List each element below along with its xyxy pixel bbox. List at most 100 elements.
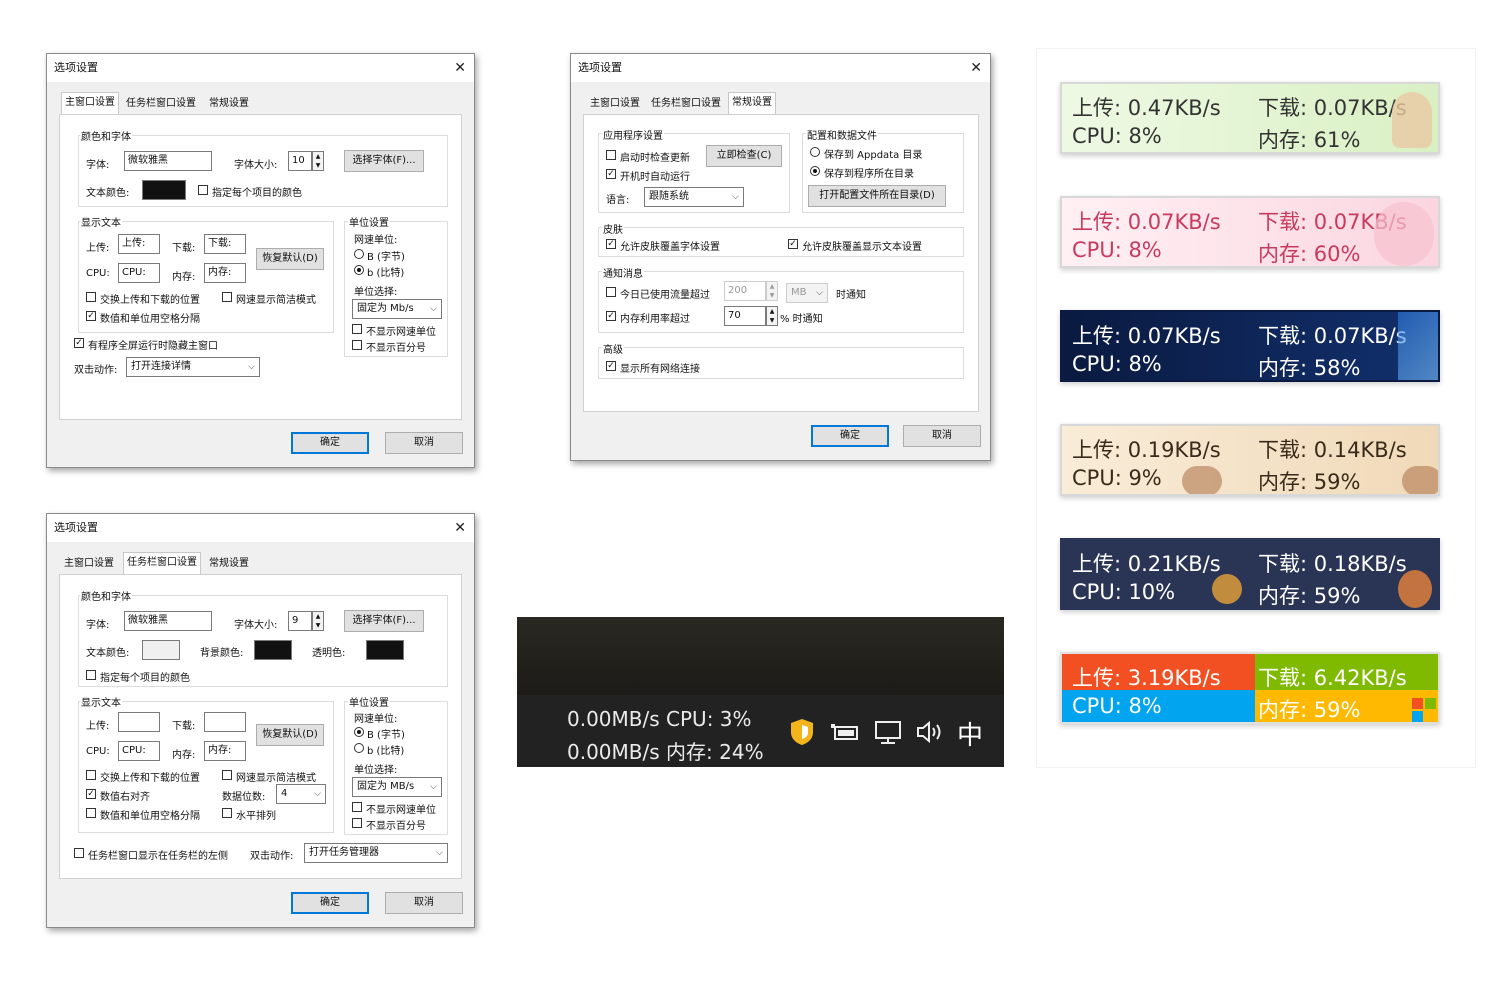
speed-simple-checkbox[interactable] bbox=[222, 770, 232, 780]
tab-general[interactable]: 常规设置 bbox=[206, 94, 252, 114]
traffic-notify-checkbox[interactable] bbox=[606, 287, 616, 297]
restore-default-button[interactable]: 恢复默认(D) bbox=[256, 724, 324, 746]
open-config-dir-button[interactable]: 打开配置文件所在目录(D) bbox=[808, 185, 946, 207]
space-separator-checkbox[interactable] bbox=[86, 808, 96, 818]
ok-button[interactable]: 确定 bbox=[291, 432, 369, 454]
font-name-field[interactable]: 微软雅黑 bbox=[124, 611, 212, 631]
swap-position-checkbox[interactable] bbox=[86, 770, 96, 780]
upload-text-field[interactable]: 上传: bbox=[118, 234, 160, 254]
cpu-text-field[interactable]: CPU: bbox=[118, 741, 160, 761]
ok-button[interactable]: 确定 bbox=[291, 892, 369, 914]
text-color-swatch[interactable] bbox=[142, 180, 186, 200]
speed-unit-label: 网速单位: bbox=[354, 714, 398, 725]
mem-text-field[interactable]: 内存: bbox=[204, 263, 246, 283]
unit-select[interactable]: 固定为 MB/s ⌵ bbox=[352, 777, 442, 797]
space-separator-checkbox[interactable]: ✓ bbox=[86, 311, 96, 321]
hide-unit-checkbox[interactable] bbox=[352, 802, 362, 812]
opacity-color-label: 透明色: bbox=[312, 648, 346, 659]
volume-icon[interactable] bbox=[915, 719, 947, 745]
close-icon[interactable]: ✕ bbox=[454, 54, 466, 82]
skin-preview-1[interactable]: 上传: 0.47KB/s 下载: 0.07KB/s CPU: 8% 内存: 61… bbox=[1060, 82, 1440, 154]
text-color-swatch[interactable] bbox=[142, 640, 180, 660]
battery-icon[interactable] bbox=[829, 721, 861, 743]
show-all-connections-checkbox[interactable]: ✓ bbox=[606, 361, 616, 371]
mem-text-field[interactable]: 内存: bbox=[204, 741, 246, 761]
choose-font-button[interactable]: 选择字体(F)... bbox=[344, 610, 424, 632]
dblclick-select[interactable]: 打开任务管理器 ⌵ bbox=[304, 843, 448, 863]
font-size-field[interactable]: 10 bbox=[288, 151, 312, 171]
skin-upload: 上传: 3.19KB/s bbox=[1072, 666, 1221, 690]
mem-stepper[interactable]: ▲ ▼ bbox=[766, 306, 778, 326]
swap-position-checkbox[interactable] bbox=[86, 292, 96, 302]
download-text-field[interactable]: 下载: bbox=[204, 234, 246, 254]
traffic-unit-select[interactable]: MB ⌵ bbox=[786, 283, 828, 303]
autostart-checkbox[interactable]: ✓ bbox=[606, 169, 616, 179]
skin-preview-5[interactable]: 上传: 0.21KB/s 下载: 0.18KB/s CPU: 10% 内存: 5… bbox=[1060, 538, 1440, 610]
hide-unit-checkbox[interactable] bbox=[352, 324, 362, 334]
digits-select[interactable]: 4 ⌵ bbox=[276, 784, 326, 804]
close-icon[interactable]: ✕ bbox=[454, 514, 466, 542]
per-item-color-checkbox[interactable] bbox=[198, 185, 208, 195]
close-icon[interactable]: ✕ bbox=[970, 54, 982, 82]
save-program-dir-radio[interactable] bbox=[810, 166, 820, 176]
mem-notify-checkbox[interactable]: ✓ bbox=[606, 311, 616, 321]
tab-general[interactable]: 常规设置 bbox=[728, 92, 776, 114]
unit-byte-radio[interactable] bbox=[354, 249, 364, 259]
skin-preview-6[interactable]: 上传: 3.19KB/s 下载: 6.42KB/s CPU: 8% 内存: 59… bbox=[1060, 652, 1440, 724]
opacity-color-swatch[interactable] bbox=[366, 640, 404, 660]
dblclick-select[interactable]: 打开连接详情 ⌵ bbox=[126, 357, 260, 377]
hide-unit-label: 不显示网速单位 bbox=[366, 805, 436, 816]
language-select[interactable]: 跟随系统 ⌵ bbox=[644, 187, 744, 207]
skin-text-checkbox[interactable]: ✓ bbox=[788, 239, 798, 249]
font-size-stepper[interactable]: ▲ ▼ bbox=[312, 611, 324, 631]
hide-percent-checkbox[interactable] bbox=[352, 340, 362, 350]
right-align-checkbox[interactable]: ✓ bbox=[86, 789, 96, 799]
cancel-button[interactable]: 取消 bbox=[385, 892, 463, 914]
chevron-down-icon: ⌵ bbox=[314, 789, 321, 799]
unit-bit-radio[interactable] bbox=[354, 265, 364, 275]
tab-main[interactable]: 主窗口设置 bbox=[587, 94, 643, 114]
speed-simple-checkbox[interactable] bbox=[222, 292, 232, 302]
skin-preview-3[interactable]: 上传: 0.07KB/s 下载: 0.07KB/s CPU: 8% 内存: 58… bbox=[1060, 310, 1440, 382]
unit-bit-radio[interactable] bbox=[354, 743, 364, 753]
mem-value-field[interactable]: 70 bbox=[724, 306, 766, 326]
cpu-text-field[interactable]: CPU: bbox=[118, 263, 160, 283]
hide-fullscreen-checkbox[interactable]: ✓ bbox=[74, 338, 84, 348]
tab-taskbar[interactable]: 任务栏窗口设置 bbox=[123, 94, 199, 114]
tab-main[interactable]: 主窗口设置 bbox=[61, 92, 119, 114]
horizontal-checkbox[interactable] bbox=[222, 808, 232, 818]
skin-preview-4[interactable]: 上传: 0.19KB/s 下载: 0.14KB/s CPU: 9% 内存: 59… bbox=[1060, 424, 1440, 496]
tab-main[interactable]: 主窗口设置 bbox=[61, 554, 117, 574]
bg-color-swatch[interactable] bbox=[254, 640, 292, 660]
unit-select[interactable]: 固定为 Mb/s ⌵ bbox=[352, 299, 442, 319]
traffic-value-field[interactable]: 200 bbox=[724, 281, 766, 301]
check-update-checkbox[interactable] bbox=[606, 150, 616, 160]
unit-byte-radio[interactable] bbox=[354, 727, 364, 737]
tab-taskbar[interactable]: 任务栏窗口设置 bbox=[648, 94, 724, 114]
download-text-field[interactable] bbox=[204, 712, 246, 732]
restore-default-button[interactable]: 恢复默认(D) bbox=[256, 248, 324, 270]
font-size-stepper[interactable]: ▲ ▼ bbox=[312, 151, 324, 171]
choose-font-button[interactable]: 选择字体(F)... bbox=[344, 150, 424, 172]
ok-button[interactable]: 确定 bbox=[811, 425, 889, 447]
show-left-checkbox[interactable] bbox=[74, 848, 84, 858]
check-now-button[interactable]: 立即检查(C) bbox=[706, 145, 782, 167]
hide-percent-checkbox[interactable] bbox=[352, 818, 362, 828]
skin-font-checkbox[interactable]: ✓ bbox=[606, 239, 616, 249]
tab-general[interactable]: 常规设置 bbox=[206, 554, 252, 574]
traffic-stepper[interactable]: ▲ ▼ bbox=[766, 281, 778, 301]
skin-preview-2[interactable]: 上传: 0.07KB/s 下载: 0.07KB/s CPU: 8% 内存: 60… bbox=[1060, 196, 1440, 268]
per-item-color-checkbox[interactable] bbox=[86, 670, 96, 680]
cancel-button[interactable]: 取消 bbox=[385, 432, 463, 454]
font-name-field[interactable]: 微软雅黑 bbox=[124, 151, 212, 171]
dblclick-label: 双击动作: bbox=[250, 851, 294, 862]
save-appdata-radio[interactable] bbox=[810, 147, 820, 157]
tab-taskbar[interactable]: 任务栏窗口设置 bbox=[123, 552, 201, 574]
skin-cpu: CPU: 8% bbox=[1072, 124, 1162, 148]
network-icon[interactable] bbox=[873, 719, 905, 745]
font-size-field[interactable]: 9 bbox=[288, 611, 312, 631]
ime-indicator[interactable]: 中 bbox=[957, 715, 983, 752]
upload-text-field[interactable] bbox=[118, 712, 160, 732]
security-shield-icon[interactable] bbox=[789, 717, 815, 747]
cancel-button[interactable]: 取消 bbox=[903, 425, 981, 447]
